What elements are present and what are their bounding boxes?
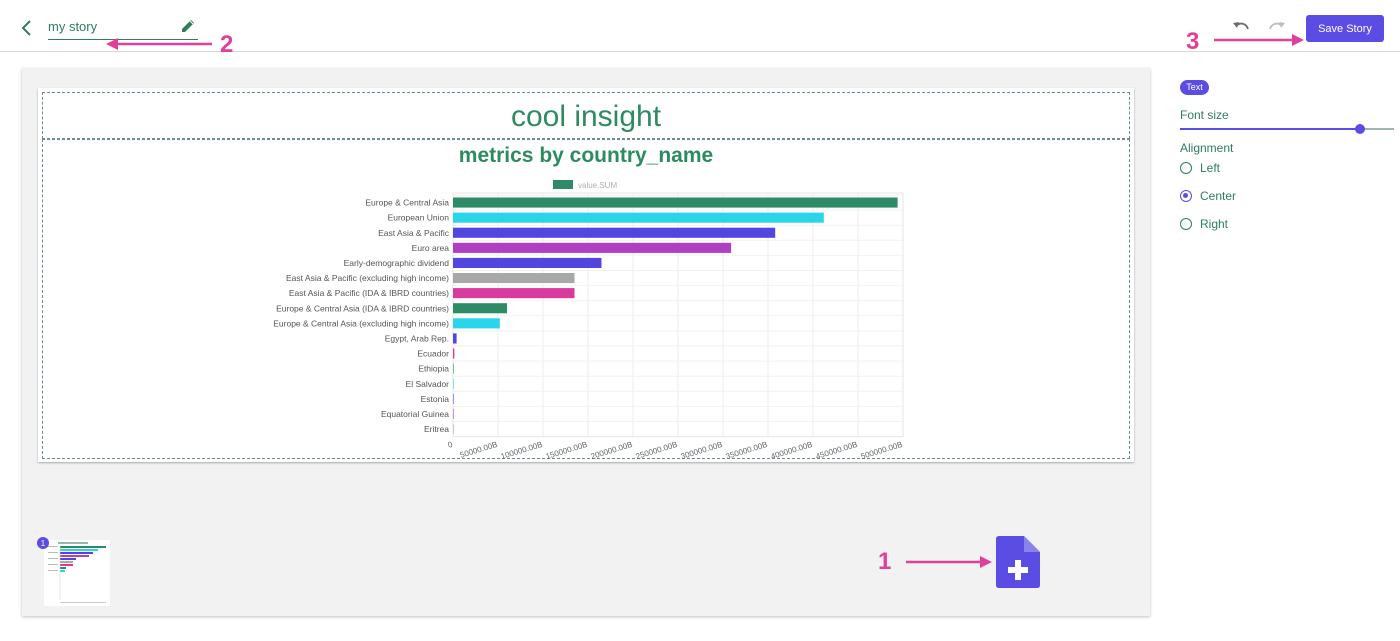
category-label: Ethiopia	[418, 364, 449, 374]
back-arrow-icon[interactable]	[18, 17, 36, 39]
font-size-label: Font size	[1180, 108, 1229, 122]
svg-text:1: 1	[41, 539, 46, 548]
radio-left[interactable]	[1180, 162, 1192, 174]
text-block[interactable]: cool insight	[42, 92, 1130, 139]
bar	[453, 197, 898, 208]
category-label: Ecuador	[417, 349, 449, 359]
bar	[453, 348, 455, 359]
bar	[453, 378, 454, 389]
alignment-right-label: Right	[1200, 217, 1229, 231]
category-label: Eritrea	[424, 424, 449, 434]
slider-thumb[interactable]	[1354, 124, 1365, 134]
add-page-icon[interactable]	[996, 536, 1040, 588]
category-label: Europe & Central Asia	[365, 198, 449, 208]
properties-panel: Text Font size Alignment Left Center Rig…	[1170, 70, 1400, 270]
x-tick-label: 500000.00B	[860, 440, 904, 460]
radio-right[interactable]	[1180, 218, 1192, 230]
x-tick-label: 100000.00B	[500, 440, 544, 460]
chart-block[interactable]: metrics by country_name value.SUM Europe …	[42, 139, 1130, 460]
slide-heading[interactable]: cool insight	[43, 100, 1129, 134]
category-label: Euro area	[412, 243, 450, 253]
legend-label: value.SUM	[578, 181, 617, 190]
x-tick-label: 0	[447, 440, 454, 450]
alignment-left-label: Left	[1200, 161, 1221, 175]
category-label: Equatorial Guinea	[381, 409, 449, 419]
annotation-arrow-1	[906, 556, 992, 568]
category-label: East Asia & Pacific (IDA & IBRD countrie…	[289, 288, 449, 298]
bar	[453, 393, 454, 404]
x-tick-label: 250000.00B	[635, 440, 679, 460]
bar	[453, 273, 575, 284]
annotation-label-2: 2	[220, 31, 234, 58]
radio-center[interactable]	[1180, 190, 1192, 202]
annotation-label-1: 1	[878, 548, 892, 575]
bar	[453, 333, 457, 344]
bar	[453, 242, 732, 253]
bar	[453, 424, 454, 435]
annotation-label-3: 3	[1186, 28, 1200, 55]
bar	[453, 227, 776, 238]
x-tick-label: 350000.00B	[725, 440, 769, 460]
bar	[453, 212, 824, 223]
annotation-arrow-3	[1214, 34, 1304, 46]
slide[interactable]: cool insight metrics by country_name val…	[38, 88, 1134, 462]
bar	[453, 363, 454, 374]
story-title[interactable]: my story	[48, 19, 97, 34]
category-label: East Asia & Pacific (excluding high inco…	[286, 273, 449, 283]
category-label: Estonia	[421, 394, 450, 404]
save-story-button[interactable]: Save Story	[1306, 15, 1384, 42]
slider-fill	[1180, 128, 1360, 130]
pencil-icon[interactable]	[180, 18, 196, 34]
annotation-arrow-2	[106, 38, 212, 50]
category-label: Egypt, Arab Rep.	[385, 333, 449, 343]
category-label: East Asia & Pacific	[378, 228, 450, 238]
page-number-badge: 1	[37, 537, 49, 549]
x-tick-label: 450000.00B	[815, 440, 859, 460]
bar	[453, 303, 507, 314]
x-tick-label: 150000.00B	[545, 440, 589, 460]
category-label: Early-demographic dividend	[344, 258, 450, 268]
alignment-center-option[interactable]: Center	[1180, 188, 1300, 206]
story-canvas: cool insight metrics by country_name val…	[22, 68, 1150, 616]
bar	[453, 257, 602, 268]
bar	[453, 288, 575, 299]
legend-swatch	[553, 180, 573, 189]
alignment-right-option[interactable]: Right	[1180, 216, 1300, 234]
font-size-slider[interactable]	[1180, 124, 1394, 134]
text-type-chip: Text	[1180, 80, 1209, 95]
alignment-center-label: Center	[1200, 189, 1237, 203]
alignment-left-option[interactable]: Left	[1180, 160, 1300, 178]
category-label: Europe & Central Asia (excluding high in…	[273, 318, 449, 328]
category-label: El Salvador	[406, 379, 450, 389]
alignment-label: Alignment	[1180, 141, 1234, 155]
category-label: European Union	[388, 213, 450, 223]
bar	[453, 408, 454, 419]
slide-thumbnail[interactable]: 1	[36, 534, 112, 612]
x-tick-label: 200000.00B	[590, 440, 634, 460]
x-tick-label: 300000.00B	[680, 440, 724, 460]
category-label: Europe & Central Asia (IDA & IBRD countr…	[276, 303, 449, 313]
bar	[453, 318, 500, 329]
x-tick-label: 50000.00B	[459, 440, 499, 460]
x-tick-label: 400000.00B	[770, 440, 814, 460]
bar-chart: value.SUM Europe & Central Asia European U…	[273, 180, 904, 460]
